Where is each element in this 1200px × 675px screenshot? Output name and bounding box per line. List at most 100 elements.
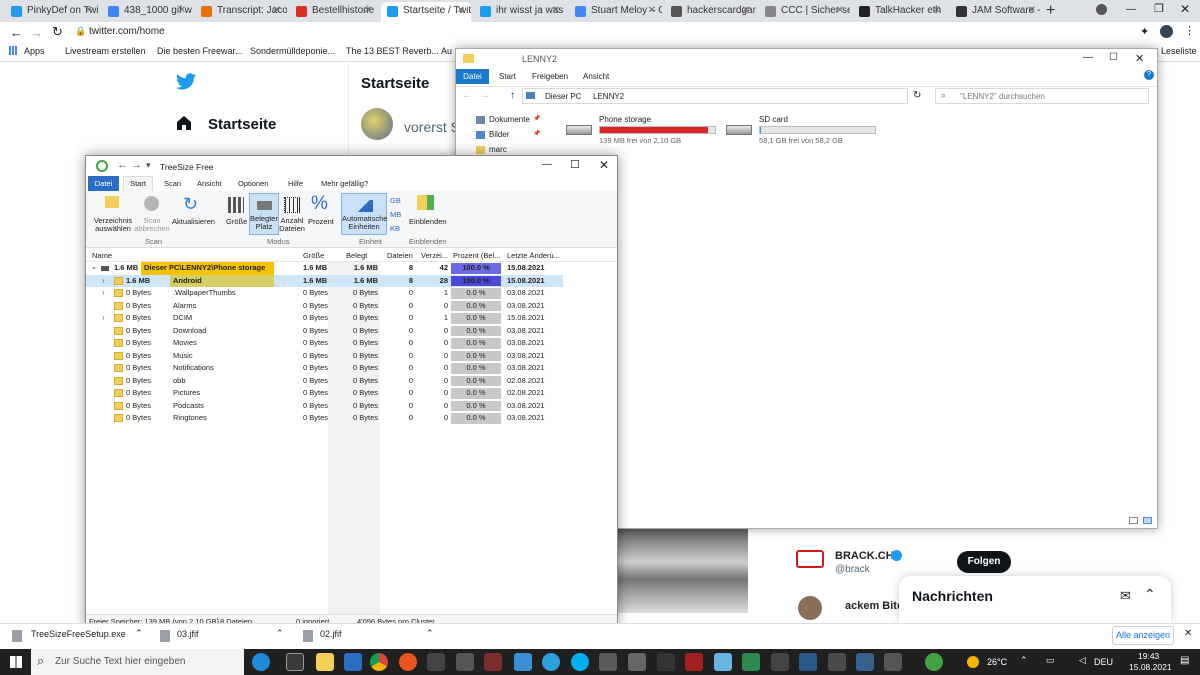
- col-groesse[interactable]: Größe: [303, 249, 324, 262]
- chevron-up-icon[interactable]: ⌃: [426, 628, 434, 639]
- telegram-icon[interactable]: [542, 653, 560, 671]
- nav-home-label[interactable]: Startseite: [208, 116, 276, 133]
- minimize-icon[interactable]: —: [1126, 4, 1136, 15]
- tree-row[interactable]: › 1.6 MB Android 1.6 MB 1.6 MB 8 28 100.0 % 15.0…: [86, 274, 563, 288]
- apps-icon[interactable]: [9, 46, 18, 55]
- unit-mb[interactable]: MB: [390, 210, 401, 219]
- ts-btn-auto-einheiten[interactable]: Automatische Einheiten: [341, 193, 387, 235]
- close-icon[interactable]: ✕: [1184, 628, 1192, 639]
- ts-btn-aktualisieren[interactable]: Aktualisieren: [172, 217, 215, 226]
- live-app-icon[interactable]: [484, 653, 502, 671]
- tree-row[interactable]: 0 Bytes Podcasts 0 Bytes 0 Bytes 0 0 0.0 % 03.0…: [86, 400, 561, 413]
- back-icon[interactable]: ←: [10, 25, 23, 40]
- app-icon[interactable]: [427, 653, 445, 671]
- brack-avatar[interactable]: [796, 550, 824, 568]
- browser-tab[interactable]: PinkyDef on Twi ✕: [5, 2, 99, 22]
- tab-close-icon[interactable]: ✕: [648, 2, 656, 20]
- ts-menu-mehr[interactable]: Mehr gefällig?: [321, 179, 368, 188]
- collapse-icon[interactable]: ⌄: [91, 262, 97, 275]
- file-explorer-icon[interactable]: [316, 653, 334, 671]
- notification-icon[interactable]: ▤: [1180, 655, 1189, 666]
- explorer-tab-freigeben[interactable]: Freigeben: [532, 72, 568, 81]
- reading-list[interactable]: Leseliste: [1161, 46, 1197, 56]
- ts-menu-hilfe[interactable]: Hilfe: [288, 179, 303, 188]
- suggest-name[interactable]: BRACK.CH: [835, 550, 894, 562]
- tab-search-icon[interactable]: [1096, 4, 1107, 15]
- twitter-logo-icon[interactable]: [176, 73, 196, 90]
- browser-tab[interactable]: hackerscardgam ✕: [665, 2, 756, 22]
- compose-input[interactable]: vorerst S: [404, 119, 460, 135]
- explorer-tab-start[interactable]: Start: [499, 72, 516, 81]
- ts-maximize-icon[interactable]: ☐: [570, 158, 580, 171]
- language-indicator[interactable]: DEU: [1094, 657, 1113, 667]
- bookmark-apps[interactable]: Apps: [24, 46, 45, 56]
- app-icon[interactable]: [771, 653, 789, 671]
- explorer-restore-icon[interactable]: ☐: [1109, 52, 1118, 63]
- forward-icon[interactable]: →: [30, 25, 43, 40]
- app-icon[interactable]: [742, 653, 760, 671]
- help-icon[interactable]: ?: [1144, 70, 1154, 80]
- close-icon[interactable]: ✕: [1180, 2, 1190, 16]
- expand-icon[interactable]: ›: [102, 312, 105, 325]
- tab-close-icon[interactable]: ✕: [552, 2, 560, 20]
- unit-kb[interactable]: KB: [390, 224, 400, 233]
- breadcrumb-lenny2[interactable]: LENNY2: [593, 92, 624, 101]
- nav-item[interactable]: Bilder: [489, 130, 509, 139]
- clock-date[interactable]: 15.08.2021: [1129, 662, 1172, 672]
- ubuntu-icon[interactable]: [399, 653, 417, 671]
- restore-icon[interactable]: ❐: [1154, 2, 1164, 15]
- follow-button[interactable]: Folgen: [957, 551, 1011, 573]
- weather-temp[interactable]: 26°C: [987, 657, 1007, 667]
- explorer-minimize-icon[interactable]: —: [1083, 52, 1093, 63]
- tree-row[interactable]: › 0 Bytes DCIM 0 Bytes 0 Bytes 0 1 0.0 % 15.08.2…: [86, 312, 561, 325]
- tab-close-icon[interactable]: ✕: [85, 2, 93, 20]
- app-icon[interactable]: [856, 653, 874, 671]
- ts-menu-optionen[interactable]: Optionen: [238, 179, 268, 188]
- explorer-tab-datei[interactable]: Datei: [456, 69, 489, 84]
- expand-icon[interactable]: ›: [102, 275, 105, 288]
- download-item-03[interactable]: 03.jfif: [177, 629, 199, 639]
- download-item-02[interactable]: 02.jfif: [320, 629, 342, 639]
- explorer-search-input[interactable]: ⌕ "LENNY2" durchsuchen: [935, 88, 1149, 104]
- skype-icon[interactable]: [571, 653, 589, 671]
- app-icon[interactable]: [456, 653, 474, 671]
- network-icon[interactable]: ▭: [1046, 655, 1055, 666]
- task-view-icon[interactable]: [286, 653, 304, 671]
- bookmark-sondermuell[interactable]: Sondermülldeponie...: [250, 46, 335, 56]
- tab-close-icon[interactable]: ✕: [742, 2, 750, 20]
- browser-tab[interactable]: Stuart Meloy – C ✕: [569, 2, 662, 22]
- show-all-downloads[interactable]: Alle anzeigen: [1112, 626, 1174, 645]
- ts-btn-anzahl-dateien[interactable]: Anzahl Dateien: [279, 217, 305, 233]
- ts-btn-einblenden[interactable]: Einblenden: [409, 217, 447, 226]
- explorer-forward-icon[interactable]: →: [480, 90, 490, 101]
- col-dateien[interactable]: Dateien: [387, 249, 413, 262]
- new-tab-button[interactable]: +: [1046, 2, 1055, 20]
- tree-row[interactable]: 0 Bytes Alarms 0 Bytes 0 Bytes 0 0 0.0 % 03.08.…: [86, 300, 561, 313]
- tree-row[interactable]: 0 Bytes obb 0 Bytes 0 Bytes 0 0 0.0 % 02.08.202…: [86, 375, 561, 388]
- nav-item[interactable]: Dokumente: [489, 115, 530, 124]
- browser-tab[interactable]: Startseite / Twitt ✕: [381, 2, 471, 22]
- extension-icon[interactable]: ✦: [1140, 25, 1149, 38]
- avatar[interactable]: [361, 108, 393, 140]
- ts-btn-belegter-platz[interactable]: Belegter Platz: [249, 193, 279, 235]
- explorer-close-icon[interactable]: ✕: [1135, 52, 1144, 65]
- breadcrumb-dieser-pc[interactable]: Dieser PC: [545, 92, 581, 101]
- chevron-up-icon[interactable]: ⌃: [135, 628, 143, 639]
- tray-chevron-icon[interactable]: ⌃: [1020, 655, 1028, 666]
- tree-row[interactable]: 0 Bytes Download 0 Bytes 0 Bytes 0 0 0.0 % 03.0…: [86, 325, 561, 338]
- ts-quick-access-icon[interactable]: ▾: [146, 160, 151, 171]
- col-verzeichnisse[interactable]: Verzei...: [421, 249, 448, 262]
- browser-tab[interactable]: JAM Software - ✕: [950, 2, 1042, 22]
- suggest2-avatar[interactable]: [798, 596, 822, 620]
- ts-btn-prozent[interactable]: Prozent: [308, 217, 334, 226]
- explorer-back-icon[interactable]: ←: [462, 90, 472, 101]
- app-icon[interactable]: [685, 653, 703, 671]
- col-name[interactable]: Name: [92, 249, 112, 262]
- tree-row[interactable]: 0 Bytes Ringtones 0 Bytes 0 Bytes 0 0 0.0 % 03.…: [86, 412, 561, 425]
- volume-icon[interactable]: ◁: [1079, 655, 1086, 666]
- ts-menu-start[interactable]: Start: [123, 176, 153, 191]
- ts-btn-verzeichnis[interactable]: Verzeichnis auswählen: [90, 217, 136, 233]
- browser-tab[interactable]: CCC | Sicher sei ✕: [759, 2, 850, 22]
- suggest2-name[interactable]: ackem Bitc: [845, 600, 903, 612]
- expand-icon[interactable]: ›: [102, 287, 105, 300]
